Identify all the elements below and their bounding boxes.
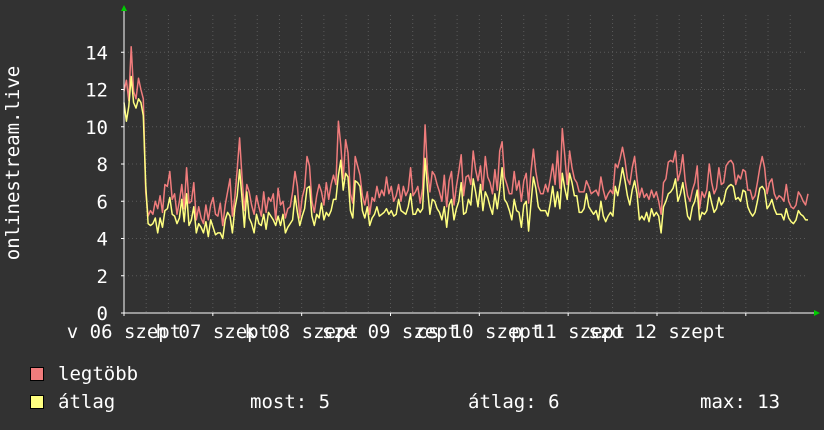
- series-atlag-polyline: [123, 75, 808, 240]
- x-tick-label: szo 12 szept: [588, 321, 725, 343]
- series-legtobb-polyline: [123, 45, 809, 227]
- y-tick-label: 4: [97, 229, 108, 251]
- y-tick-label: 14: [85, 42, 108, 64]
- y-tick-label: 10: [85, 117, 108, 139]
- chart: 02468101214 v 06 szepth 07 szeptk 08 sze…: [2, 5, 820, 343]
- y-axis-arrow: [121, 5, 127, 11]
- y-tick-label: 8: [97, 154, 108, 176]
- series-legtobb-line: [123, 45, 809, 227]
- y-axis-label: onlinestream.live: [2, 66, 24, 260]
- y-tick-label: 6: [97, 191, 108, 213]
- y-tick-label: 12: [85, 80, 108, 102]
- axes: [121, 5, 820, 316]
- grid: [124, 15, 808, 313]
- x-tick-labels: v 06 szepth 07 szeptk 08 szeptsze 09 sze…: [67, 321, 726, 343]
- x-axis-arrow: [814, 310, 820, 316]
- series-atlag-line: [123, 75, 808, 240]
- y-tick-label: 2: [97, 266, 108, 288]
- y-tick-labels: 02468101214: [85, 42, 108, 325]
